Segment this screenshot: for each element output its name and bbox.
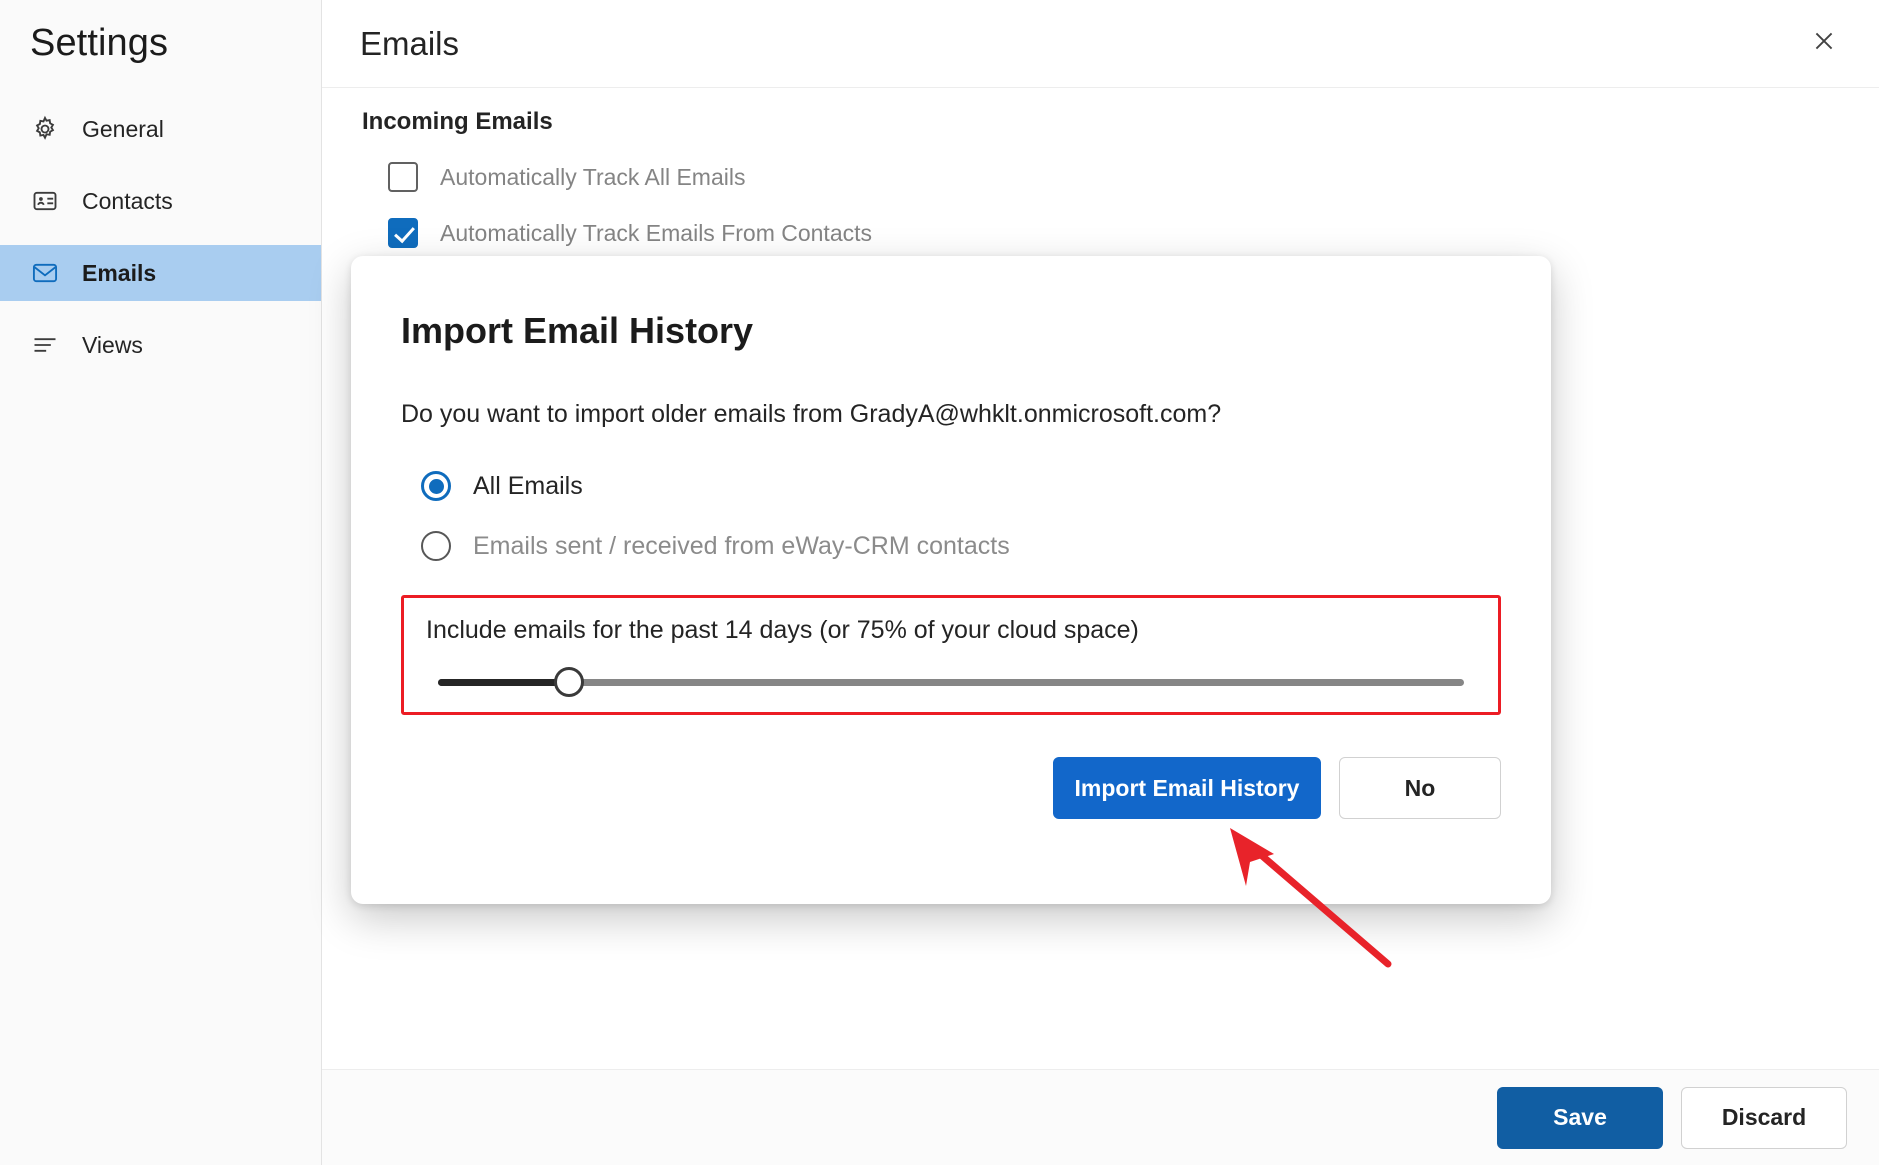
checkbox-label: Automatically Track All Emails (440, 163, 746, 190)
dialog-title: Import Email History (401, 310, 754, 351)
radio-option-all-emails[interactable]: All Emails (421, 471, 1501, 501)
slider-track[interactable] (438, 679, 1464, 686)
dialog-question: Do you want to import older emails from … (401, 400, 1222, 428)
slider-caption: Include emails for the past 14 days (or … (426, 616, 1139, 644)
sidebar-item-label: Contacts (82, 187, 173, 214)
sidebar-item-views[interactable]: Views (0, 317, 321, 373)
sidebar-item-contacts[interactable]: Contacts (0, 173, 321, 229)
settings-footer: Save Discard (322, 1069, 1879, 1165)
gear-icon (30, 114, 60, 144)
radio-all-emails[interactable] (421, 471, 451, 501)
page-title: Emails (360, 24, 460, 62)
discard-button[interactable]: Discard (1681, 1086, 1847, 1149)
checkbox-row-track-all[interactable]: Automatically Track All Emails (388, 162, 1879, 192)
radio-crm-contacts[interactable] (421, 531, 451, 561)
sidebar-item-label: Emails (82, 259, 157, 286)
radio-label: Emails sent / received from eWay-CRM con… (473, 531, 1010, 560)
dialog-actions: Import Email History No (401, 757, 1501, 819)
no-button[interactable]: No (1339, 757, 1501, 819)
days-slider[interactable] (426, 667, 1476, 697)
save-button[interactable]: Save (1497, 1086, 1663, 1149)
contact-card-icon (30, 186, 60, 216)
import-email-history-button[interactable]: Import Email History (1053, 757, 1321, 819)
section-heading-incoming-emails: Incoming Emails (362, 108, 553, 135)
slider-fill (438, 679, 573, 686)
slider-highlight-box: Include emails for the past 14 days (or … (401, 595, 1501, 715)
checkbox-track-emails-from-contacts[interactable] (388, 218, 418, 248)
close-button[interactable] (1801, 21, 1847, 67)
sidebar-item-general[interactable]: General (0, 101, 321, 157)
sidebar-item-emails[interactable]: Emails (0, 245, 321, 301)
sidebar-item-label: Views (82, 331, 143, 358)
main-header: Emails (322, 0, 1879, 88)
checkbox-track-all-emails[interactable] (388, 162, 418, 192)
sidebar-nav: General Contacts Emails Views (0, 101, 321, 373)
radio-label: All Emails (473, 471, 583, 500)
radio-option-crm-contacts[interactable]: Emails sent / received from eWay-CRM con… (421, 531, 1501, 561)
slider-thumb[interactable] (554, 667, 584, 697)
sidebar-title: Settings (30, 22, 169, 64)
import-email-history-dialog: Import Email History Do you want to impo… (351, 256, 1551, 904)
envelope-icon (30, 258, 60, 288)
close-icon (1811, 28, 1837, 59)
settings-window: Settings General Contacts Emails Views E… (0, 0, 1879, 1165)
settings-sidebar: Settings General Contacts Emails Views (0, 0, 322, 1165)
sidebar-item-label: General (82, 115, 164, 142)
list-icon (30, 330, 60, 360)
checkbox-label: Automatically Track Emails From Contacts (440, 219, 873, 246)
checkbox-row-track-from-contacts[interactable]: Automatically Track Emails From Contacts (388, 218, 1879, 248)
